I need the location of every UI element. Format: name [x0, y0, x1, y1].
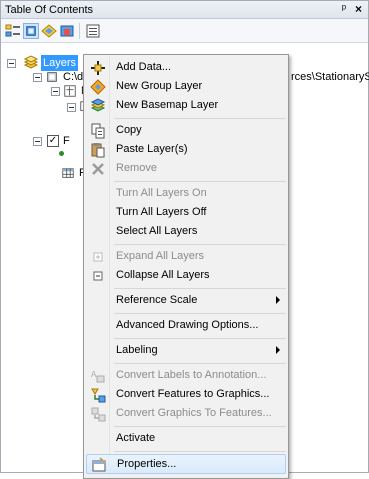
menu-separator: [114, 181, 286, 182]
menu-item-label: Convert Labels to Annotation...: [116, 369, 267, 381]
menu-item-label: New Group Layer: [116, 80, 203, 92]
menu-item-new-group-layer[interactable]: New Group Layer: [86, 77, 286, 97]
menu-item-label: Remove: [116, 162, 157, 174]
properties-icon: [92, 457, 106, 472]
menu-separator: [114, 451, 286, 452]
submenu-arrow-icon: [276, 296, 280, 304]
menu-item-label: Expand All Layers: [116, 250, 205, 262]
toolbar-separator: [79, 23, 80, 39]
close-icon[interactable]: ×: [355, 2, 362, 16]
list-by-visibility-icon[interactable]: [41, 23, 57, 39]
menu-item-label: New Basemap Layer: [116, 99, 219, 111]
menu-separator: [114, 338, 286, 339]
options-icon[interactable]: [85, 23, 101, 39]
menu-item-add-data[interactable]: Add Data...: [86, 58, 286, 78]
menu-separator: [114, 426, 286, 427]
layers-context-menu: Add Data... New Group Layer New Basemap …: [83, 54, 289, 479]
feature-layer-label: F: [63, 135, 70, 147]
collapse-icon: [93, 271, 103, 281]
table-icon: [62, 168, 74, 178]
point-symbol-icon: [59, 151, 64, 156]
menu-separator: [114, 363, 286, 364]
feature-dataset-icon: [64, 85, 76, 97]
menu-item-advanced-drawing-options[interactable]: Advanced Drawing Options...: [86, 316, 286, 336]
menu-item-label: Add Data...: [116, 61, 172, 73]
menu-item-label: Properties...: [117, 458, 177, 470]
menu-item-label: Labeling: [116, 344, 158, 356]
menu-item-label: Paste Layer(s): [116, 143, 188, 155]
menu-item-label: Copy: [116, 124, 142, 136]
collapse-toggle[interactable]: [7, 59, 16, 68]
layers-icon: [23, 55, 39, 69]
menu-item-label: Turn All Layers On: [116, 187, 207, 199]
menu-item-label: Advanced Drawing Options...: [116, 319, 259, 331]
menu-item-label: Convert Features to Graphics...: [116, 388, 270, 400]
paste-icon: [91, 143, 105, 158]
toc-toolbar: [1, 19, 368, 43]
menu-item-activate[interactable]: Activate: [86, 429, 286, 449]
collapse-toggle[interactable]: [67, 103, 76, 112]
menu-item-properties[interactable]: Properties...: [86, 454, 286, 474]
collapse-toggle[interactable]: [33, 73, 42, 82]
menu-item-label: Reference Scale: [116, 294, 198, 306]
panel-title: Table Of Contents: [5, 4, 94, 16]
convert-features-icon: [91, 388, 106, 403]
menu-item-label: Activate: [116, 432, 156, 444]
menu-item-collapse-all-layers[interactable]: Collapse All Layers: [86, 266, 286, 286]
menu-item-select-all-layers[interactable]: Select All Layers: [86, 222, 286, 242]
menu-item-turn-all-layers-off[interactable]: Turn All Layers Off: [86, 203, 286, 223]
layer-visibility-checkbox[interactable]: ✓: [47, 135, 59, 147]
database-icon: [47, 72, 57, 82]
menu-item-label: Select All Layers: [116, 225, 198, 237]
copy-icon: [91, 123, 105, 139]
menu-item-turn-all-layers-on[interactable]: Turn All Layers On: [86, 184, 286, 204]
svg-text:A: A: [91, 370, 97, 379]
menu-item-label: Collapse All Layers: [116, 269, 210, 281]
menu-separator: [114, 244, 286, 245]
menu-separator: [114, 313, 286, 314]
menu-item-remove[interactable]: Remove: [86, 159, 286, 179]
menu-item-reference-scale[interactable]: Reference Scale: [86, 291, 286, 311]
menu-separator: [114, 288, 286, 289]
menu-item-label: Convert Graphics To Features...: [116, 407, 272, 419]
list-by-source-icon[interactable]: [23, 23, 39, 39]
convert-labels-icon: A: [91, 370, 105, 383]
menu-separator: [114, 118, 286, 119]
submenu-arrow-icon: [276, 346, 280, 354]
menu-item-convert-graphics-to-features[interactable]: Convert Graphics To Features...: [86, 404, 286, 424]
list-by-selection-icon[interactable]: [59, 23, 75, 39]
data-source-path-suffix: rces\StationarySou: [291, 71, 369, 83]
panel-titlebar: Table Of Contents ᵖ ×: [1, 1, 368, 19]
collapse-toggle[interactable]: [33, 137, 42, 146]
convert-graphics-icon: [91, 407, 106, 422]
menu-item-convert-labels-to-annotation[interactable]: A Convert Labels to Annotation...: [86, 366, 286, 386]
menu-item-new-basemap-layer[interactable]: New Basemap Layer: [86, 96, 286, 116]
add-data-icon: [91, 61, 105, 75]
menu-item-convert-features-to-graphics[interactable]: Convert Features to Graphics...: [86, 385, 286, 405]
basemap-layer-icon: [90, 98, 106, 112]
list-by-drawing-order-icon[interactable]: [5, 23, 21, 39]
menu-item-expand-all-layers[interactable]: Expand All Layers: [86, 247, 286, 267]
menu-item-labeling[interactable]: Labeling: [86, 341, 286, 361]
expand-icon: [93, 252, 103, 262]
menu-item-label: Turn All Layers Off: [116, 206, 207, 218]
group-layer-icon: [90, 79, 106, 95]
collapse-toggle[interactable]: [51, 87, 60, 96]
menu-item-paste-layers[interactable]: Paste Layer(s): [86, 140, 286, 160]
menu-item-copy[interactable]: Copy: [86, 121, 286, 141]
remove-icon: [92, 163, 104, 175]
pin-icon[interactable]: ᵖ: [342, 3, 346, 15]
